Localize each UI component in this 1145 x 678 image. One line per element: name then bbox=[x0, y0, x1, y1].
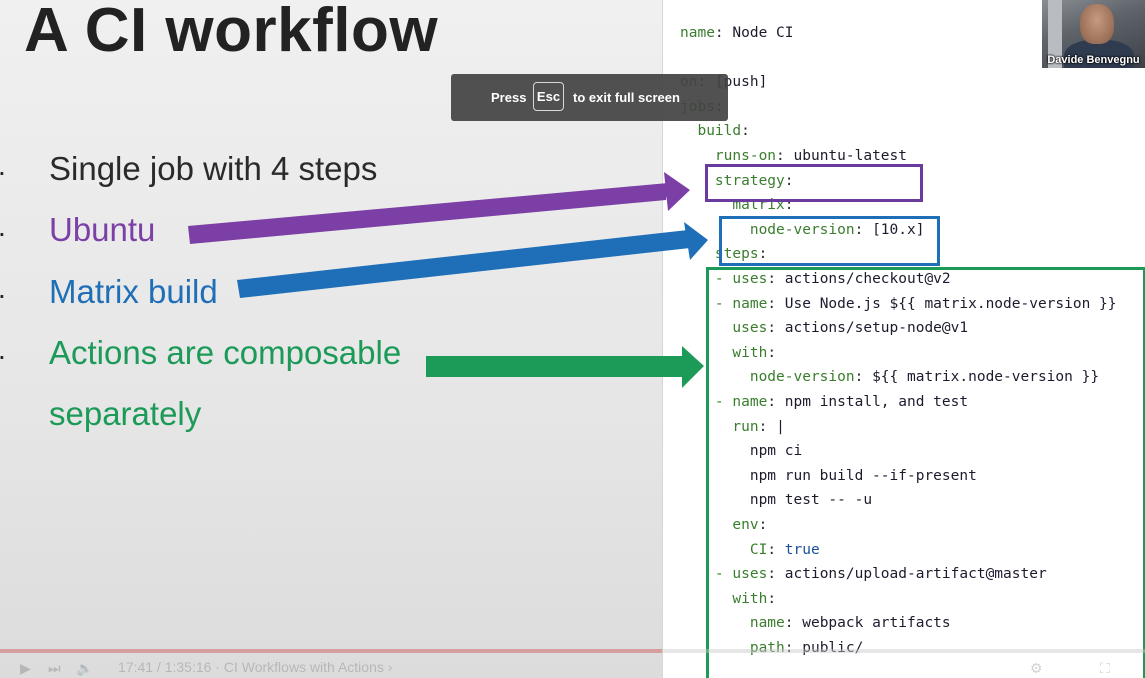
player-controls: ▶ ⏭ 🔈 17:41 / 1:35:16 · CI Workflows wit… bbox=[0, 656, 1145, 678]
yaml-indent bbox=[680, 246, 715, 262]
blue-arrow bbox=[237, 222, 708, 298]
bullet-marker: . bbox=[0, 334, 6, 366]
settings-icon[interactable]: ⚙ bbox=[1030, 660, 1043, 677]
player-time-chapter: 17:41 / 1:35:16 · CI Workflows with Acti… bbox=[118, 659, 393, 675]
yaml-indent bbox=[680, 123, 697, 139]
steps-highlight-box bbox=[706, 267, 1145, 678]
bullet-marker: . bbox=[0, 273, 6, 305]
bullet-text: Ubuntu bbox=[49, 211, 156, 248]
yaml-key: build bbox=[697, 123, 742, 140]
bullet-text: Actions are composable bbox=[49, 334, 402, 371]
presenter-webcam: Davide Benvegnu bbox=[1042, 0, 1145, 68]
yaml-colon: : bbox=[714, 25, 724, 41]
slide-title: A CI workflow bbox=[24, 0, 439, 65]
yaml-line: runs-on: ubuntu-latest bbox=[680, 146, 907, 166]
play-pause-icon[interactable]: ▶ bbox=[20, 660, 31, 677]
fullscreen-icon[interactable]: ⛶ bbox=[1100, 660, 1110, 677]
yaml-value: ubuntu-latest bbox=[793, 148, 908, 164]
presenter-head bbox=[1080, 4, 1114, 44]
matrix-highlight-box bbox=[719, 216, 940, 266]
bullet-text: Single job with 4 steps bbox=[49, 150, 378, 187]
video-frame: A CI workflow . Single job with 4 steps … bbox=[0, 0, 1145, 678]
volume-icon[interactable]: 🔈 bbox=[76, 660, 93, 677]
toast-press-label: Press bbox=[491, 90, 527, 105]
yaml-colon: : bbox=[741, 123, 750, 140]
bullet-text: Matrix build bbox=[49, 273, 218, 310]
fullscreen-exit-toast: Press Esc to exit full screen bbox=[451, 74, 728, 121]
next-icon[interactable]: ⏭ bbox=[48, 660, 61, 677]
yaml-key: name bbox=[680, 25, 715, 41]
code-panel: name: Node CIon: [push]jobs: build: runs… bbox=[662, 0, 1145, 678]
runs-on-highlight-box bbox=[705, 164, 923, 202]
yaml-line: name: Node CI bbox=[680, 23, 794, 43]
esc-key-badge: Esc bbox=[533, 82, 564, 111]
yaml-line: build: bbox=[680, 121, 750, 141]
bullet-text: separately bbox=[49, 395, 202, 432]
bullet-marker: . bbox=[0, 150, 6, 182]
yaml-value: Node CI bbox=[732, 25, 794, 41]
player-progress-fill bbox=[0, 649, 662, 653]
yaml-key: runs-on bbox=[714, 148, 777, 164]
yaml-colon: : bbox=[776, 148, 785, 164]
bullet-marker: . bbox=[0, 211, 6, 243]
yaml-indent bbox=[680, 148, 715, 164]
presenter-name: Davide Benvegnu bbox=[1047, 54, 1140, 66]
toast-suffix-label: to exit full screen bbox=[573, 90, 680, 105]
